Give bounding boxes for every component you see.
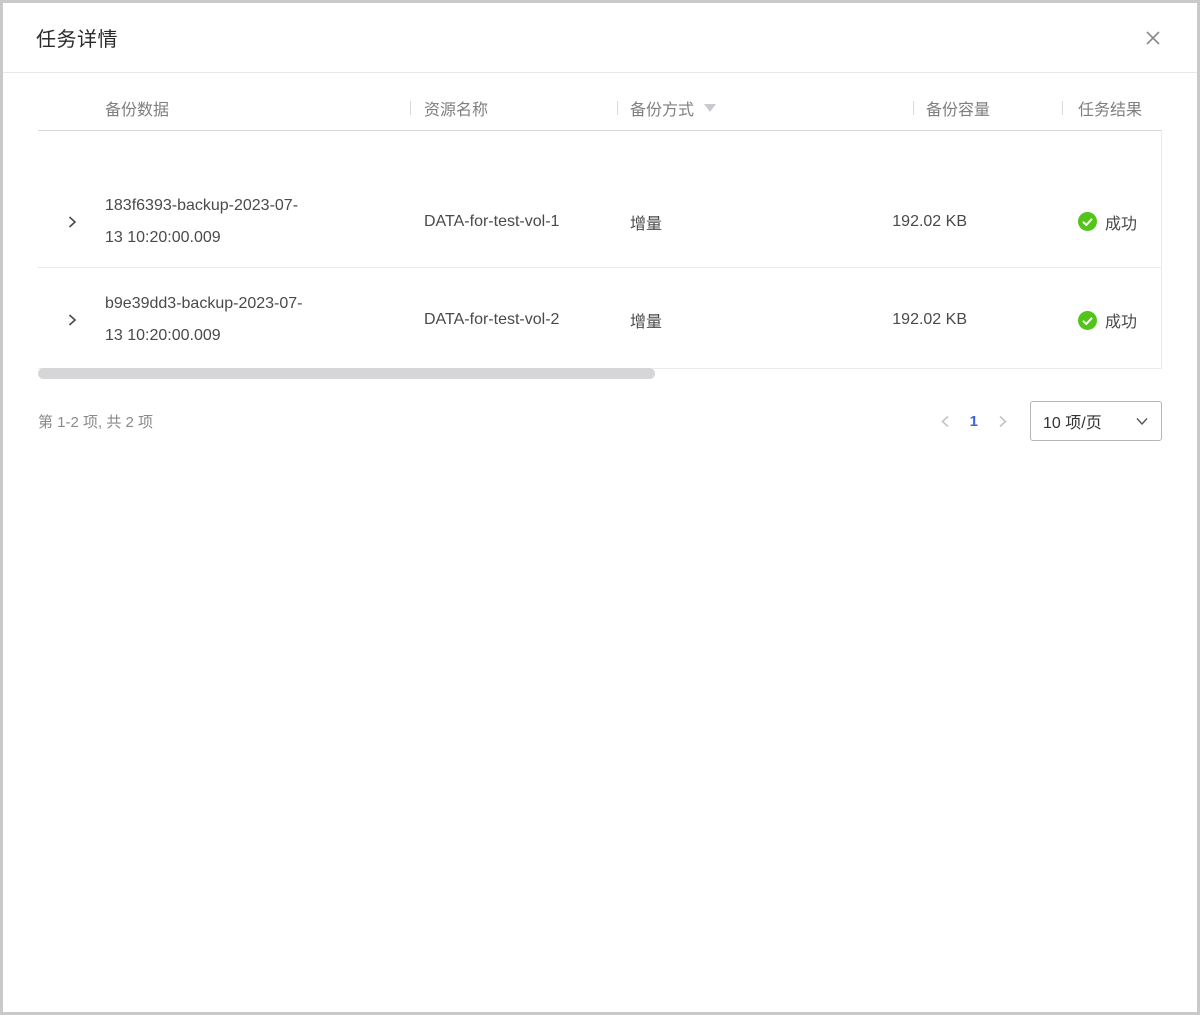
header-label: 备份容量 xyxy=(926,96,990,120)
success-check-icon xyxy=(1078,311,1097,330)
task-result-cell: 成功 xyxy=(1062,277,1162,363)
horizontal-scrollbar-thumb[interactable] xyxy=(38,368,655,379)
status-badge: 成功 xyxy=(1105,308,1137,332)
header-label: 任务结果 xyxy=(1078,96,1142,120)
header-label: 资源名称 xyxy=(424,96,488,120)
header-backup-data: 备份数据 xyxy=(105,85,410,130)
column-separator xyxy=(913,101,914,115)
table-row: b9e39dd3-backup-2023-07-13 10:20:00.009 … xyxy=(38,268,1162,363)
chevron-left-icon xyxy=(939,415,952,428)
close-icon xyxy=(1144,29,1162,47)
expand-row-button[interactable] xyxy=(60,210,84,234)
task-result-cell: 成功 xyxy=(1062,176,1162,267)
modal-body: 备份数据 资源名称 备份方式 备份容量 任务结果 xyxy=(3,85,1197,441)
backup-method-cell: 增量 xyxy=(617,176,913,267)
header-task-result: 任务结果 xyxy=(1062,85,1162,130)
backup-capacity-cell: 192.02 KB xyxy=(913,176,1062,267)
table-row: 183f6393-backup-2023-07-13 10:20:00.009 … xyxy=(38,131,1162,268)
status-badge: 成功 xyxy=(1105,210,1137,234)
page-number-current[interactable]: 1 xyxy=(970,413,978,430)
header-label: 备份数据 xyxy=(105,96,169,120)
backup-data-text: b9e39dd3-backup-2023-07-13 10:20:00.009 xyxy=(105,288,311,352)
expander-cell xyxy=(38,176,105,267)
expander-cell xyxy=(38,277,105,363)
resource-name-cell: DATA-for-test-vol-1 xyxy=(410,176,617,267)
task-detail-modal: 任务详情 备份数据 资源名称 xyxy=(0,0,1200,1015)
table-header-row: 备份数据 资源名称 备份方式 备份容量 任务结果 xyxy=(38,85,1162,131)
chevron-right-icon xyxy=(996,415,1009,428)
chevron-down-icon xyxy=(1135,414,1149,428)
chevron-right-icon xyxy=(65,313,79,327)
page-size-dropdown[interactable]: 10 项/页 xyxy=(1030,401,1162,441)
modal-title: 任务详情 xyxy=(36,23,118,52)
success-check-icon xyxy=(1078,212,1097,231)
header-expander-spacer xyxy=(38,85,105,130)
header-label: 备份方式 xyxy=(630,96,694,120)
pagination-bar: 第 1-2 项, 共 2 项 1 xyxy=(38,401,1162,441)
column-separator xyxy=(410,101,411,115)
next-page-button[interactable] xyxy=(990,409,1014,433)
backup-data-text: 183f6393-backup-2023-07-13 10:20:00.009 xyxy=(105,190,311,254)
pagination-summary: 第 1-2 项, 共 2 项 xyxy=(38,411,153,432)
column-separator xyxy=(1062,101,1063,115)
header-resource-name: 资源名称 xyxy=(410,85,617,130)
filter-icon[interactable] xyxy=(704,104,716,112)
column-separator xyxy=(617,101,618,115)
backup-data-cell: b9e39dd3-backup-2023-07-13 10:20:00.009 xyxy=(105,277,410,363)
page-size-value: 10 项/页 xyxy=(1043,409,1102,433)
backup-method-cell: 增量 xyxy=(617,277,913,363)
prev-page-button[interactable] xyxy=(934,409,958,433)
resource-name-cell: DATA-for-test-vol-2 xyxy=(410,277,617,363)
close-button[interactable] xyxy=(1139,24,1167,52)
modal-header: 任务详情 xyxy=(3,3,1197,73)
backup-capacity-cell: 192.02 KB xyxy=(913,277,1062,363)
horizontal-scrollbar-track[interactable] xyxy=(38,368,1162,380)
backup-data-cell: 183f6393-backup-2023-07-13 10:20:00.009 xyxy=(105,176,410,267)
header-backup-method: 备份方式 xyxy=(617,85,913,130)
expand-row-button[interactable] xyxy=(60,308,84,332)
chevron-right-icon xyxy=(65,215,79,229)
pagination-controls: 1 10 项/页 xyxy=(934,401,1162,441)
header-backup-capacity: 备份容量 xyxy=(913,85,1062,130)
backup-task-table: 备份数据 资源名称 备份方式 备份容量 任务结果 xyxy=(38,85,1162,380)
